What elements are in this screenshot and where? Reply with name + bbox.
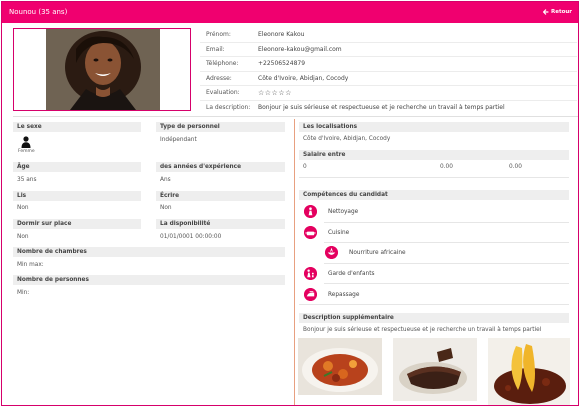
back-arrow-icon (542, 9, 549, 15)
column-divider (294, 119, 295, 405)
african-food-icon (325, 246, 338, 259)
ecrire-value: Non (160, 205, 172, 211)
back-label: Retour (550, 9, 572, 15)
person-icon (21, 136, 31, 148)
salaire-label: Salaire entre (299, 150, 569, 160)
experience-label: des années d'expérience (156, 162, 285, 172)
skill-nourriture-africaine: Nourriture africaine (349, 250, 406, 256)
localisations-value: Côte d'Ivoire, Abidjan, Cocody (303, 136, 391, 142)
food-photo-cake (393, 338, 477, 401)
dormir-value: Non (17, 234, 29, 240)
page-title: Nounou (35 ans) (9, 8, 68, 16)
info-row-prenom: Prénom: Eleonore Kakou (200, 28, 577, 43)
profile-photo-frame (13, 28, 191, 111)
skill-repassage: Repassage (328, 292, 360, 298)
type-label: Type de personnel (156, 122, 285, 132)
lis-label: Lis (13, 191, 141, 201)
age-label: Âge (13, 162, 141, 172)
row-divider (324, 283, 569, 284)
row-divider (324, 263, 569, 264)
localisations-label: Les localisations (299, 122, 569, 132)
salaire-min: 0 (303, 164, 307, 170)
row-divider (324, 222, 569, 223)
salaire-mid: 0.00 (440, 164, 453, 170)
dormir-label: Dormir sur place (13, 219, 141, 229)
lis-value: Non (17, 205, 29, 211)
row-divider (299, 304, 569, 305)
type-value: Indépendant (160, 137, 197, 143)
sexe-value: Femme (18, 149, 35, 154)
cooking-icon (304, 226, 317, 239)
personnes-label: Nombre de personnes (13, 275, 285, 285)
section-divider (13, 116, 578, 117)
childcare-icon (304, 267, 317, 280)
skill-garde-enfants: Garde d'enfants (328, 271, 375, 277)
age-value: 35 ans (17, 177, 37, 183)
profile-panel: Nounou (35 ans) Retour Prénom: Eleonore … (1, 1, 579, 406)
ironing-icon (304, 288, 317, 301)
description-value: Bonjour je suis sérieuse et respectueuse… (303, 327, 542, 333)
experience-value: Ans (160, 177, 171, 183)
chambres-label: Nombre de chambres (13, 247, 285, 257)
ecrire-label: Écrire (156, 191, 285, 201)
disponibilite-label: La disponibilité (156, 219, 285, 229)
info-row-evaluation: Evaluation: ☆☆☆☆☆ (200, 86, 577, 101)
cleaning-icon (304, 205, 317, 218)
personnes-value: Min: (17, 290, 30, 296)
salaire-max: 0.00 (509, 164, 522, 170)
chambres-value: Min max: (17, 262, 44, 268)
info-row-telephone: Téléphone: +22506524879 (200, 57, 577, 72)
competences-label: Compétences du candidat (299, 190, 569, 200)
back-button[interactable]: Retour (542, 9, 572, 15)
sexe-label: Le sexe (13, 122, 141, 132)
food-photo-stew (298, 338, 382, 395)
profile-info-list: Prénom: Eleonore Kakou Email: Eleonore-k… (200, 28, 577, 115)
info-row-adresse: Adresse: Côte d'Ivoire, Abidjan, Cocody (200, 72, 577, 86)
description-label: Description supplémentaire (299, 313, 569, 323)
skill-cuisine: Cuisine (328, 230, 350, 236)
skill-nettoyage: Nettoyage (328, 209, 359, 215)
disponibilite-value: 01/01/0001 00:00:00 (160, 234, 222, 240)
header-bar: Nounou (35 ans) Retour (2, 2, 578, 23)
food-photo-plantain (488, 338, 570, 405)
info-row-description: La description: Bonjour je suis sérieuse… (206, 104, 505, 112)
row-divider (324, 242, 569, 243)
profile-photo (46, 29, 160, 110)
info-row-email: Email: Eleonore-kakou@gmail.com (200, 43, 577, 57)
rating-stars[interactable]: ☆☆☆☆☆ (258, 89, 292, 97)
row-divider (299, 177, 569, 178)
